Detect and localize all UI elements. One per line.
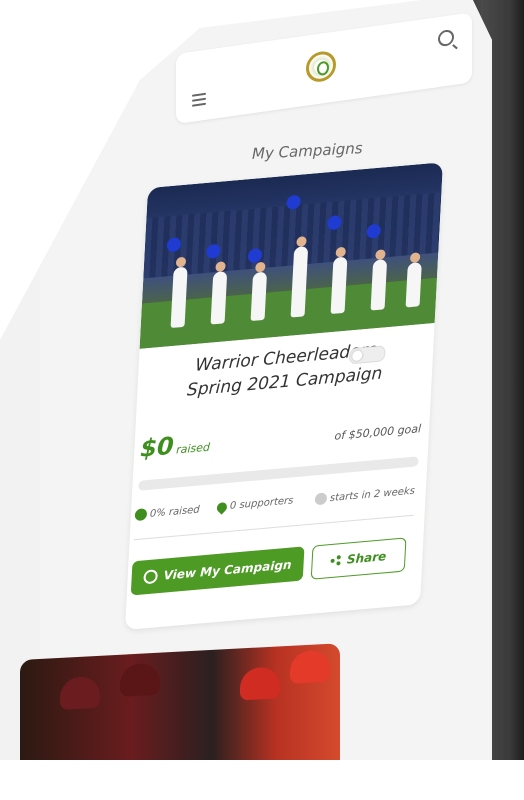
campaign-card: Warrior Cheerleaders Spring 2021 Campaig…: [124, 162, 443, 631]
search-icon[interactable]: [438, 28, 454, 48]
raised-label: raised: [175, 440, 211, 457]
campaign-hero-image: [139, 162, 443, 349]
goal-text: of $50,000 goal: [334, 422, 422, 443]
progress-bar: [138, 456, 419, 491]
share-icon: [331, 555, 342, 566]
phone-screen: My Campaigns Warrior Cheerleaders Spring…: [0, 0, 492, 760]
arrow-up-icon: [134, 508, 148, 522]
heart-icon: [214, 499, 230, 515]
eye-icon: [143, 569, 159, 585]
logo-icon[interactable]: [306, 49, 336, 84]
stat-raised: 0% raised: [134, 503, 200, 522]
hamburger-icon[interactable]: [192, 90, 206, 110]
clock-icon: [314, 492, 328, 506]
stat-supporters: 0 supporters: [214, 495, 294, 515]
view-campaign-button[interactable]: View My Campaign: [130, 546, 305, 596]
campaign-card-2-image[interactable]: [20, 643, 340, 760]
campaign-stats: 0% raised 0 supporters starts in 2 weeks: [134, 484, 425, 529]
progress-fill: [138, 480, 139, 491]
raised-amount: $0: [139, 431, 175, 463]
share-button[interactable]: Share: [310, 537, 407, 580]
stat-starts: starts in 2 weeks: [314, 485, 416, 506]
